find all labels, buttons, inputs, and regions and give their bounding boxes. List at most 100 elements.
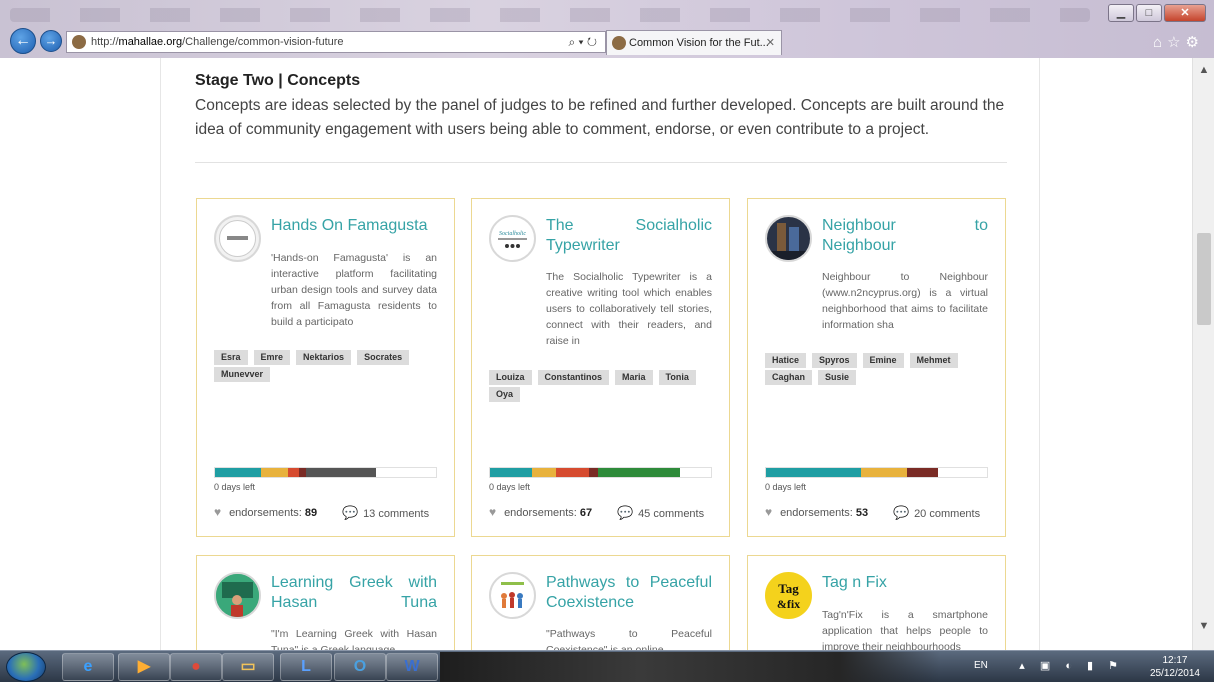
card-description: 'Hands-on Famagusta' is an interactive p… — [271, 252, 437, 328]
scroll-up-icon[interactable]: ▲ — [1193, 64, 1214, 82]
title-bar — [10, 8, 1090, 22]
back-button[interactable]: ← — [10, 28, 36, 54]
team-tag[interactable]: Emine — [862, 353, 904, 368]
browser-tab[interactable]: Common Vision for the Fut... ✕ — [606, 30, 782, 55]
team-tag[interactable]: Louiza — [489, 370, 532, 385]
taskbar-blank-area — [440, 652, 940, 682]
team-tag[interactable]: Caghan — [765, 370, 813, 385]
team-tag[interactable]: Maria — [615, 370, 653, 385]
team-tag[interactable]: Constantinos — [537, 370, 609, 385]
progress-segment — [766, 468, 862, 477]
project-logo: Tag &fix — [765, 572, 812, 619]
internet-explorer-icon[interactable]: e — [62, 653, 114, 681]
taskbar: e ▶ ● ▭ L O W EN ▴ ▣ ◐ ▮ ⚑ 12:17 25/12/2… — [0, 650, 1214, 682]
card-stats: ♥ endorsements: 67 💬 45 comments — [489, 505, 715, 521]
address-bar[interactable]: http://mahallae.org/Challenge/common-vis… — [66, 31, 606, 53]
system-tray-icons[interactable]: ▴ ▣ ◐ ▮ ⚑ — [1019, 659, 1124, 672]
heart-icon[interactable]: ♥ — [214, 505, 226, 519]
project-logo — [765, 215, 812, 262]
endorsements-label: endorsements: — [229, 507, 302, 519]
team-tag[interactable]: Mehmet — [909, 353, 958, 368]
concept-card[interactable]: Pathways to Peaceful Coexistence "Pathwa… — [471, 555, 730, 650]
card-title[interactable]: Neighbour to Neighbour — [822, 216, 988, 256]
team-tag[interactable]: Esra — [214, 350, 248, 365]
svg-text:Socialholic: Socialholic — [499, 231, 526, 237]
minimize-button[interactable]: ▁ — [1108, 4, 1134, 22]
comments-link[interactable]: 💬 13 comments — [342, 505, 429, 521]
url-host: mahallae.org — [118, 36, 183, 48]
progress-segment — [861, 468, 908, 477]
comments-link[interactable]: 💬 45 comments — [617, 505, 704, 521]
concept-card[interactable]: Neighbour to Neighbour Neighbour to Neig… — [747, 198, 1006, 537]
language-indicator[interactable]: EN — [974, 660, 988, 671]
tab-favicon-icon — [612, 36, 626, 50]
team-tag[interactable]: Socrates — [357, 350, 410, 365]
scroll-down-icon[interactable]: ▼ — [1193, 620, 1214, 638]
maximize-button[interactable]: □ — [1136, 4, 1162, 22]
team-tags: Hatice Spyros Emine Mehmet Caghan Susie — [765, 353, 991, 385]
comment-bubble-icon: 💬 — [893, 505, 910, 520]
folder-icon[interactable]: ▭ — [222, 653, 274, 681]
stage-description: Concepts are ideas selected by the panel… — [195, 97, 1005, 138]
concept-card[interactable]: Learning Greek with Hasan Tuna "I'm Lear… — [196, 555, 455, 650]
card-stats: ♥ endorsements: 53 💬 20 comments — [765, 505, 991, 521]
clock-time: 12:17 — [1162, 655, 1188, 666]
progress-segment — [598, 468, 681, 477]
svg-text:&fix: &fix — [777, 597, 800, 611]
team-tag[interactable]: Hatice — [765, 353, 807, 368]
team-tag[interactable]: Munevver — [214, 367, 271, 382]
team-tag[interactable]: Oya — [489, 387, 521, 402]
url-path: /Challenge/common-vision-future — [182, 36, 344, 48]
chrome-icon[interactable]: ● — [170, 653, 222, 681]
scroll-thumb[interactable] — [1197, 233, 1211, 325]
tab-close-icon[interactable]: ✕ — [766, 31, 775, 55]
heart-icon[interactable]: ♥ — [765, 505, 777, 519]
svg-text:Tag: Tag — [778, 581, 799, 596]
comments-count: 20 — [914, 508, 927, 520]
url-prefix: http:// — [91, 36, 119, 48]
card-description: "Pathways to Peaceful Coexistence" is an… — [546, 628, 712, 650]
word-icon[interactable]: W — [386, 653, 438, 681]
progress-bar — [765, 467, 988, 478]
concept-card[interactable]: Socialholic The Socialholic Typewriter T… — [471, 198, 730, 537]
progress-segment — [490, 468, 532, 477]
close-window-button[interactable]: ✕ — [1164, 4, 1206, 22]
card-description: The Socialholic Typewriter is a creative… — [546, 271, 712, 347]
card-title[interactable]: The Socialholic Typewriter — [546, 216, 712, 256]
progress-segment — [261, 468, 288, 477]
media-player-icon[interactable]: ▶ — [118, 653, 170, 681]
team-tag[interactable]: Tonia — [658, 370, 696, 385]
progress-segment — [556, 468, 590, 477]
comments-count: 45 — [638, 508, 651, 520]
team-tag[interactable]: Susie — [818, 370, 857, 385]
vertical-scrollbar[interactable]: ▲ ▼ — [1192, 58, 1214, 650]
toolbar-icons[interactable]: ⌂☆⚙ — [1153, 33, 1204, 51]
comments-label: comments — [929, 508, 981, 520]
forward-button[interactable]: → — [40, 30, 62, 52]
comments-link[interactable]: 💬 20 comments — [893, 505, 980, 521]
start-button[interactable] — [6, 652, 46, 682]
progress-bar — [489, 467, 712, 478]
concept-card[interactable]: Hands On Famagusta 'Hands-on Famagusta' … — [196, 198, 455, 537]
card-title[interactable]: Learning Greek with Hasan Tuna — [271, 573, 437, 613]
project-logo: Socialholic — [489, 215, 536, 262]
card-title[interactable]: Tag n Fix — [822, 573, 988, 593]
card-title[interactable]: Pathways to Peaceful Coexistence — [546, 573, 712, 613]
clock[interactable]: 12:17 25/12/2014 — [1150, 654, 1200, 680]
project-logo — [214, 572, 261, 619]
project-logo — [214, 215, 261, 262]
address-controls[interactable]: ⌕ ▾ ↻ — [568, 32, 597, 52]
team-tag[interactable]: Spyros — [812, 353, 857, 368]
days-left: 0 days left — [765, 482, 807, 492]
concept-card[interactable]: Tag &fix Tag n Fix Tag'n'Fix is a smartph… — [747, 555, 1006, 650]
team-tag[interactable]: Emre — [253, 350, 291, 365]
clock-date: 25/12/2014 — [1149, 668, 1200, 679]
outlook-icon[interactable]: O — [334, 653, 386, 681]
progress-segment — [305, 468, 377, 477]
lync-icon[interactable]: L — [280, 653, 332, 681]
team-tag[interactable]: Nektarios — [296, 350, 352, 365]
heart-icon[interactable]: ♥ — [489, 505, 501, 519]
card-description: Tag'n'Fix is a smartphone application th… — [822, 609, 988, 650]
card-title[interactable]: Hands On Famagusta — [271, 216, 437, 236]
card-stats: ♥ endorsements: 89 💬 13 comments — [214, 505, 440, 521]
